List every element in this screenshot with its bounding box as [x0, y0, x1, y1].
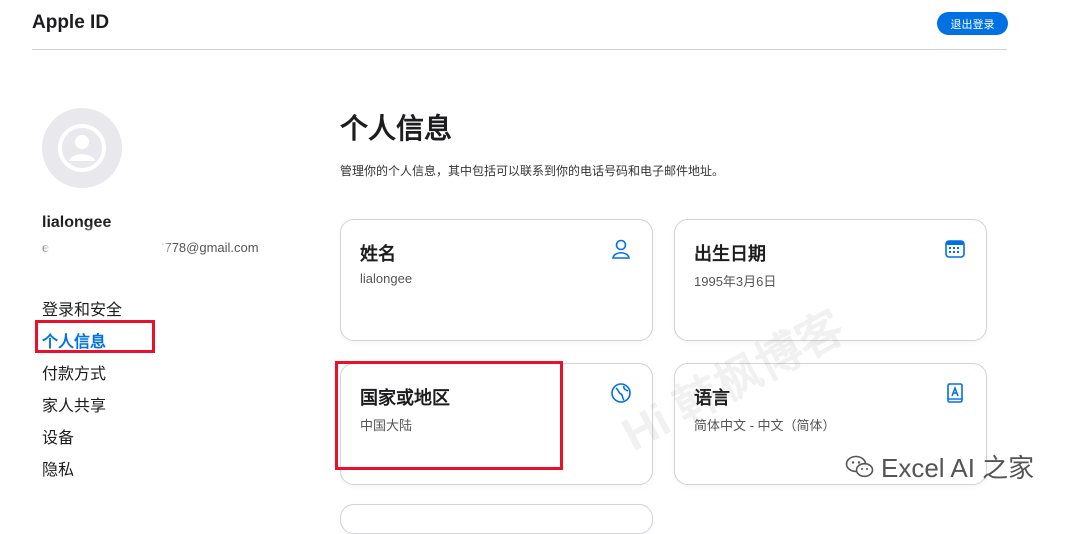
language-book-icon	[947, 383, 963, 403]
card-value: lialongee	[360, 271, 413, 286]
email-suffix: 7778@gmail.com	[157, 240, 259, 255]
watermark-text: Excel AI 之家	[881, 453, 1035, 483]
watermark: Excel AI 之家	[845, 448, 1034, 485]
header-divider	[32, 49, 1007, 50]
email-prefix: e	[42, 240, 50, 255]
sidebar-item-payment-methods[interactable]: 付款方式	[42, 364, 122, 396]
sidebar-item-family-sharing[interactable]: 家人共享	[42, 396, 122, 428]
person-icon	[612, 239, 630, 259]
annotation-box-country	[335, 361, 563, 470]
card-value: 1995年3月6日	[694, 274, 777, 289]
profile-name: lialongee	[42, 214, 112, 231]
email-redaction	[50, 236, 162, 260]
sidebar-item-privacy[interactable]: 隐私	[42, 460, 122, 492]
annotation-box-sidebar	[35, 320, 155, 353]
page-description: 管理你的个人信息，其中包括可以联系到你的电话号码和电子邮件地址。	[340, 164, 725, 178]
card-title: 出生日期	[694, 244, 766, 264]
page-title: 个人信息	[340, 113, 453, 144]
person-avatar-icon	[58, 124, 106, 172]
card-title: 姓名	[360, 244, 396, 264]
signout-button[interactable]: 退出登录	[937, 12, 1008, 35]
card-name[interactable]: 姓名 lialongee	[340, 219, 653, 341]
app-title: Apple ID	[32, 12, 110, 33]
avatar[interactable]	[42, 108, 122, 188]
wechat-icon	[845, 455, 874, 477]
card-partial[interactable]	[340, 504, 653, 534]
sidebar-item-devices[interactable]: 设备	[42, 428, 122, 460]
calendar-icon	[945, 240, 965, 258]
